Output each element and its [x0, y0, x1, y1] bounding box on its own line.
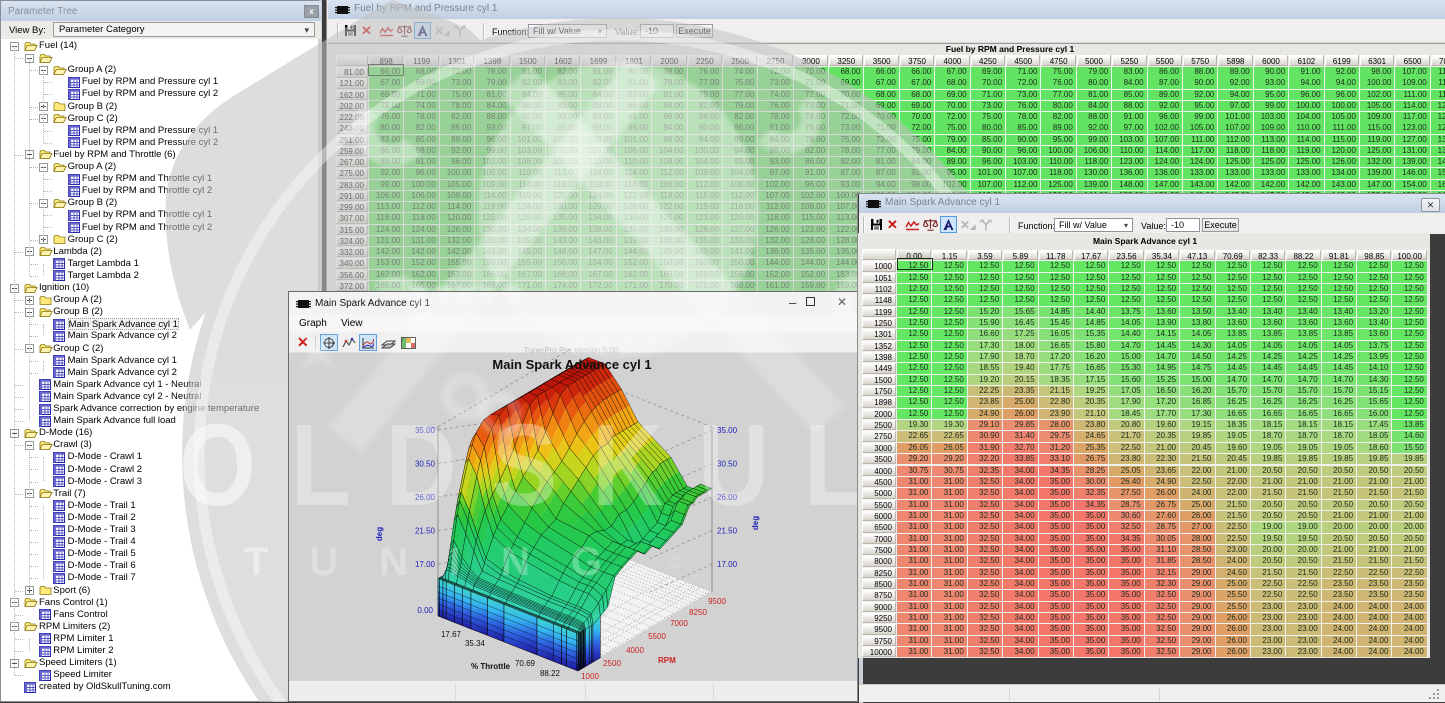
svg-text:deg: deg — [375, 527, 384, 541]
svg-text:deg: deg — [751, 516, 760, 530]
svg-text:TunerPro Pro Version 5.00: TunerPro Pro Version 5.00 — [524, 346, 619, 355]
svg-text:8250: 8250 — [689, 608, 707, 617]
svg-text:70.69: 70.69 — [515, 659, 536, 668]
svg-text:0.00: 0.00 — [417, 606, 433, 615]
svg-text:% Throttle: % Throttle — [471, 662, 511, 671]
svg-text:21.50: 21.50 — [717, 527, 738, 536]
svg-text:88.22: 88.22 — [540, 669, 561, 678]
svg-text:26.00: 26.00 — [717, 493, 738, 502]
svg-text:30.50: 30.50 — [415, 460, 436, 469]
svg-text:4000: 4000 — [626, 646, 644, 655]
svg-text:35.00: 35.00 — [415, 426, 436, 435]
svg-text:5500: 5500 — [648, 632, 666, 641]
svg-text:17.00: 17.00 — [717, 560, 738, 569]
svg-text:35.34: 35.34 — [465, 639, 486, 648]
svg-text:17.00: 17.00 — [415, 560, 436, 569]
svg-text:17.67: 17.67 — [441, 630, 462, 639]
svg-text:RPM: RPM — [658, 656, 676, 665]
svg-text:2500: 2500 — [603, 659, 621, 668]
svg-text:9500: 9500 — [708, 597, 726, 606]
svg-text:35.00: 35.00 — [717, 426, 738, 435]
svg-text:Main Spark Advance cyl 1: Main Spark Advance cyl 1 — [492, 357, 651, 372]
svg-text:30.50: 30.50 — [717, 460, 738, 469]
svg-text:7000: 7000 — [670, 619, 688, 628]
svg-text:21.50: 21.50 — [415, 527, 436, 536]
svg-text:26.00: 26.00 — [415, 493, 436, 502]
